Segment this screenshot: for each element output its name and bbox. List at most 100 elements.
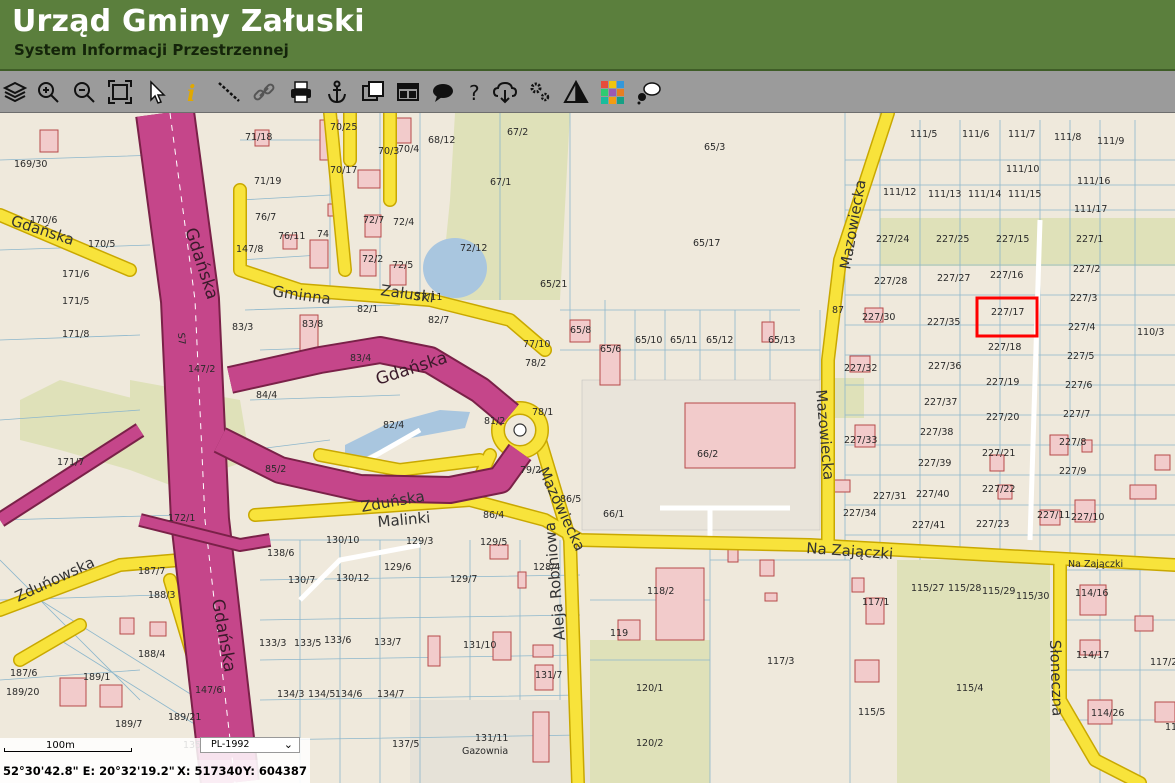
parcel-label: 147/2 (188, 364, 215, 375)
link-icon (253, 83, 275, 101)
parcel-label: 111/9 (1097, 136, 1124, 147)
parcel-label: 65/6 (600, 344, 621, 355)
parcel-label: 227/24 (876, 234, 909, 245)
zoom-extent-button[interactable] (105, 77, 135, 107)
settings-button[interactable] (525, 77, 555, 107)
parcel-label: 114/1 (1165, 722, 1175, 733)
measure-button[interactable] (214, 77, 244, 107)
app-title: Urząd Gminy Załuski (12, 4, 365, 39)
parcel-label: 169/30 (14, 159, 47, 170)
triangle-button[interactable] (561, 77, 591, 107)
parcel-label: 67/1 (490, 177, 511, 188)
select-pointer-button[interactable] (142, 77, 172, 107)
comment-button[interactable] (428, 77, 458, 107)
parcel-label: 65/8 (570, 325, 591, 336)
parcel-label: 130/10 (326, 535, 359, 546)
parcel-label: 129/5 (480, 537, 507, 548)
parcel-label: 111/15 (1008, 189, 1041, 200)
chat-button[interactable] (633, 77, 663, 107)
parcel-label: 70/25 (330, 122, 357, 133)
parcel-label: 227/21 (982, 448, 1015, 459)
anchor-button[interactable] (322, 77, 352, 107)
parcel-label: 115/28 (948, 583, 981, 594)
export-button[interactable] (358, 77, 388, 107)
parcel-label: 114/17 (1076, 650, 1109, 661)
parcel-label: 117/1 (862, 597, 889, 608)
coordinate-readout: 52°30'42.8" E: 20°32'19.2" X: 517340 Y: … (0, 760, 310, 783)
parcel-label: 133/7 (374, 637, 401, 648)
parcel-label: 72/4 (393, 217, 414, 228)
info-button[interactable]: i (176, 77, 206, 107)
parcel-label: 111/16 (1077, 176, 1110, 187)
svg-text:i: i (187, 81, 195, 105)
parcel-label: 65/17 (693, 238, 720, 249)
zoom-out-button[interactable] (69, 77, 99, 107)
parcel-label: 115/29 (982, 586, 1015, 597)
chevron-down-icon: ⌄ (283, 738, 293, 751)
parcel-label: 138/6 (267, 548, 294, 559)
parcel-label: 227/38 (920, 427, 953, 438)
parcel-label: 227/40 (916, 489, 949, 500)
layers-button[interactable] (0, 77, 30, 107)
parcel-label: 117/2 (1150, 657, 1175, 668)
parcel-label: 171/7 (57, 457, 84, 468)
parcel-label: 68/12 (428, 135, 455, 146)
parcel-label: 115/27 (911, 583, 944, 594)
print-button[interactable] (286, 77, 316, 107)
map-canvas[interactable]: 169/30 70/25 71/18 68/12 70/3 70/4 67/2 65/3 71/… (0, 113, 1175, 783)
parcel-label: 227/8 (1059, 437, 1086, 448)
parcel-label: 227/31 (873, 491, 906, 502)
parcel-label: 131/7 (535, 670, 562, 681)
cloud-download-button[interactable] (490, 77, 520, 107)
app-subtitle: System Informacji Przestrzennej (14, 41, 289, 59)
parcel-label: 130/7 (288, 575, 315, 586)
parcel-label: 227/10 (1071, 512, 1104, 523)
parcel-label: 78/2 (525, 358, 546, 369)
parcel-label: 111/5 (910, 129, 937, 140)
parcel-label: 111/17 (1074, 204, 1107, 215)
parcel-label: 76/11 (278, 231, 305, 242)
parcel-label: 72/7 (363, 215, 384, 226)
parcel-label: 74 (317, 229, 329, 240)
parcel-label: 227/7 (1063, 409, 1090, 420)
parcel-label: 115/5 (858, 707, 885, 718)
parcel-label: 171/8 (62, 329, 89, 340)
parcel-label: 227/28 (874, 276, 907, 287)
parcel-label: 118/2 (647, 586, 674, 597)
zoom-in-button[interactable] (33, 77, 63, 107)
zoom-extent-icon (108, 80, 132, 104)
layout-button[interactable] (393, 77, 423, 107)
parcel-label: 189/21 (168, 712, 201, 723)
parcel-label: 85/2 (265, 464, 286, 475)
map-svg[interactable]: 169/30 70/25 71/18 68/12 70/370/4 67/2 65/3 71/… (0, 113, 1175, 783)
crs-select[interactable]: PL-1992 ⌄ (200, 737, 300, 753)
parcel-label: 227/30 (862, 312, 895, 323)
parcel-label: 227/19 (986, 377, 1019, 388)
parcel-label: 133/6 (324, 635, 351, 646)
parcel-label: 134/6 (335, 689, 362, 700)
parcel-label: 70/4 (398, 144, 419, 155)
parcel-label: 227/1 (1076, 234, 1103, 245)
parcel-label: 78/1 (532, 407, 553, 418)
select-pointer-icon (150, 80, 166, 104)
parcel-label: 111/13 (928, 189, 961, 200)
link-button[interactable] (249, 77, 279, 107)
parcel-label: 227/11 (1037, 510, 1070, 521)
chat-icon (637, 82, 661, 105)
parcel-label: 189/1 (83, 672, 110, 683)
parcel-label: 133/5 (294, 638, 321, 649)
palette-icon (601, 81, 624, 104)
palette-button[interactable] (597, 77, 627, 107)
parcel-label: 227/20 (986, 412, 1019, 423)
help-button[interactable]: ? (460, 77, 490, 107)
parcel-label: 227/25 (936, 234, 969, 245)
parcel-label: 129/6 (384, 562, 411, 573)
parcel-label: 82/7 (428, 315, 449, 326)
parcel-label: 227/16 (990, 270, 1023, 281)
parcel-label: 170/5 (88, 239, 115, 250)
crs-selected: PL-1992 (211, 739, 250, 750)
parcel-label: 111/7 (1008, 129, 1035, 140)
settings-icon (530, 82, 550, 102)
parcel-label: 189/7 (115, 719, 142, 730)
parcel-label: 227/22 (982, 484, 1015, 495)
